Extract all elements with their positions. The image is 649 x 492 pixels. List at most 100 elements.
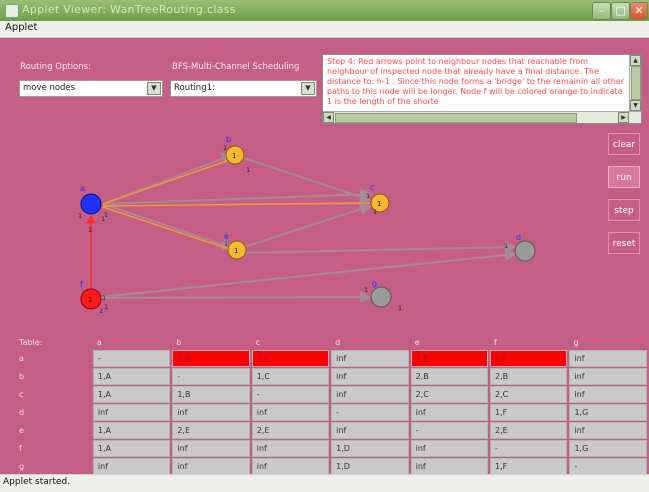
node-c-label: 1 [377,200,381,208]
status-text: Applet started. [3,477,71,487]
table-cell: 1,A [92,422,171,439]
table-cell: 1,G [569,404,647,421]
table-cell: 2,B [490,368,568,385]
table-cell: inf [410,404,489,421]
node-e-label: 1 [234,247,238,255]
table-cell: inf [331,386,409,403]
edge-f-g [99,291,372,304]
weight-label: 1 [102,294,106,302]
weight-label: 1 [223,144,227,152]
table-cell: - [172,368,250,385]
edge-e-c [234,203,372,251]
table-cell: inf [569,368,647,385]
weight-label: 1 [366,192,370,200]
node-a-id: a [80,184,85,193]
table-cell: inf [251,458,330,475]
table-row: a - 1,B 1,C inf 1,E 1,F inf [16,350,647,367]
row-header: b [19,372,25,381]
table-cell: 2,C [410,386,489,403]
column-header: g [573,338,579,347]
table-cell: 1,A [92,440,171,457]
node-b-id: b [226,135,231,144]
edge-e-d [239,241,517,254]
table-cell-highlighted: 1,B [172,350,250,367]
table-corner-label: Table: [19,338,43,347]
node-b-label: 1 [232,152,236,160]
node-d-id: d [516,233,521,242]
node-f-id: f [80,280,83,289]
table-row: b 1,A - 1,C inf 2,B 2,B inf [16,368,647,385]
table-cell: inf [251,404,330,421]
table-cell: 1,G [569,440,647,457]
table-cell: inf [92,404,171,421]
table-row: f 1,A inf inf 1,D inf - 1,G [16,440,647,457]
table-cell: inf [251,440,330,457]
node-a[interactable]: a [80,184,102,215]
column-header: d [335,338,341,347]
weight-label: 1 [88,226,92,234]
row-header: f [19,444,22,453]
weight-label: 1 [78,212,82,220]
table-cell: inf [569,386,647,403]
row-header: c [19,390,24,399]
table-cell: 1,F [490,458,568,475]
distance-table: Table: a b c d e f g a - 1,B 1,C inf 1,E… [14,335,649,476]
column-header: f [494,338,497,347]
edge-a-b-highlight [102,158,233,205]
table-cell: - [569,458,647,475]
table-cell: 1,A [92,368,171,385]
column-header: a [96,338,102,347]
weight-label: 1 [504,242,508,250]
column-header: e [414,338,420,347]
table-cell: inf [410,458,489,475]
table-row: g inf inf inf 1,D inf 1,F - [16,458,647,475]
table-cell: 2,E [251,422,330,439]
row-header: a [19,354,24,363]
edge-b-c [234,154,372,203]
node-b[interactable]: b 1 [225,135,245,165]
table-header-row: Table: a b c d e f g [16,336,647,349]
table-cell: 1,D [331,458,409,475]
row-header: e [19,426,24,435]
table-cell: 2,B [410,368,489,385]
table-cell: - [410,422,489,439]
table-cell: 1,C [251,368,330,385]
table-row: e 1,A 2,E 2,E inf - 2,E inf [16,422,647,439]
table-cell: 2,C [490,386,568,403]
column-header: c [255,338,261,347]
table-cell: inf [331,350,409,367]
edge-a-e-highlight [102,206,233,251]
edge-a-e [102,203,234,251]
node-g[interactable]: g [370,279,392,308]
table-cell: inf [569,350,647,367]
edge-a-c [102,188,372,205]
graph-canvas[interactable]: a b 1 c 1 e 1 d f 1 g 1 1 1 1 1 1 1 1 1 … [0,0,649,330]
status-bar: Applet started. [0,474,649,492]
table-cell: inf [331,422,409,439]
table-cell: 1,D [331,440,409,457]
weight-label: 1 [104,211,108,219]
row-header: g [19,462,25,471]
table-cell: inf [172,440,250,457]
table-cell: inf [92,458,171,475]
weight-label: 1 [104,303,108,311]
table-row: c 1,A 1,B - inf 2,C 2,C inf [16,386,647,403]
table-cell-highlighted: 1,E [410,350,489,367]
table-cell: inf [172,404,250,421]
table-cell: 1,B [172,386,250,403]
table-cell-highlighted: 1,F [490,350,568,367]
node-d[interactable]: d [514,233,536,262]
table-cell-highlighted: 1,C [251,350,330,367]
table-row: d inf inf inf - inf 1,F 1,G [16,404,647,421]
table-cell: 1,F [490,404,568,421]
node-f-label: 1 [88,296,92,304]
table-cell: inf [410,440,489,457]
edge-f-d [99,249,517,298]
column-header: b [176,338,182,347]
node-c-id: c [370,183,374,192]
weight-label: 1 [364,286,368,294]
weight-label: 1 [224,240,228,248]
weight-label: 1 [373,208,377,216]
table-cell: 2,E [172,422,250,439]
table-cell: - [251,386,330,403]
